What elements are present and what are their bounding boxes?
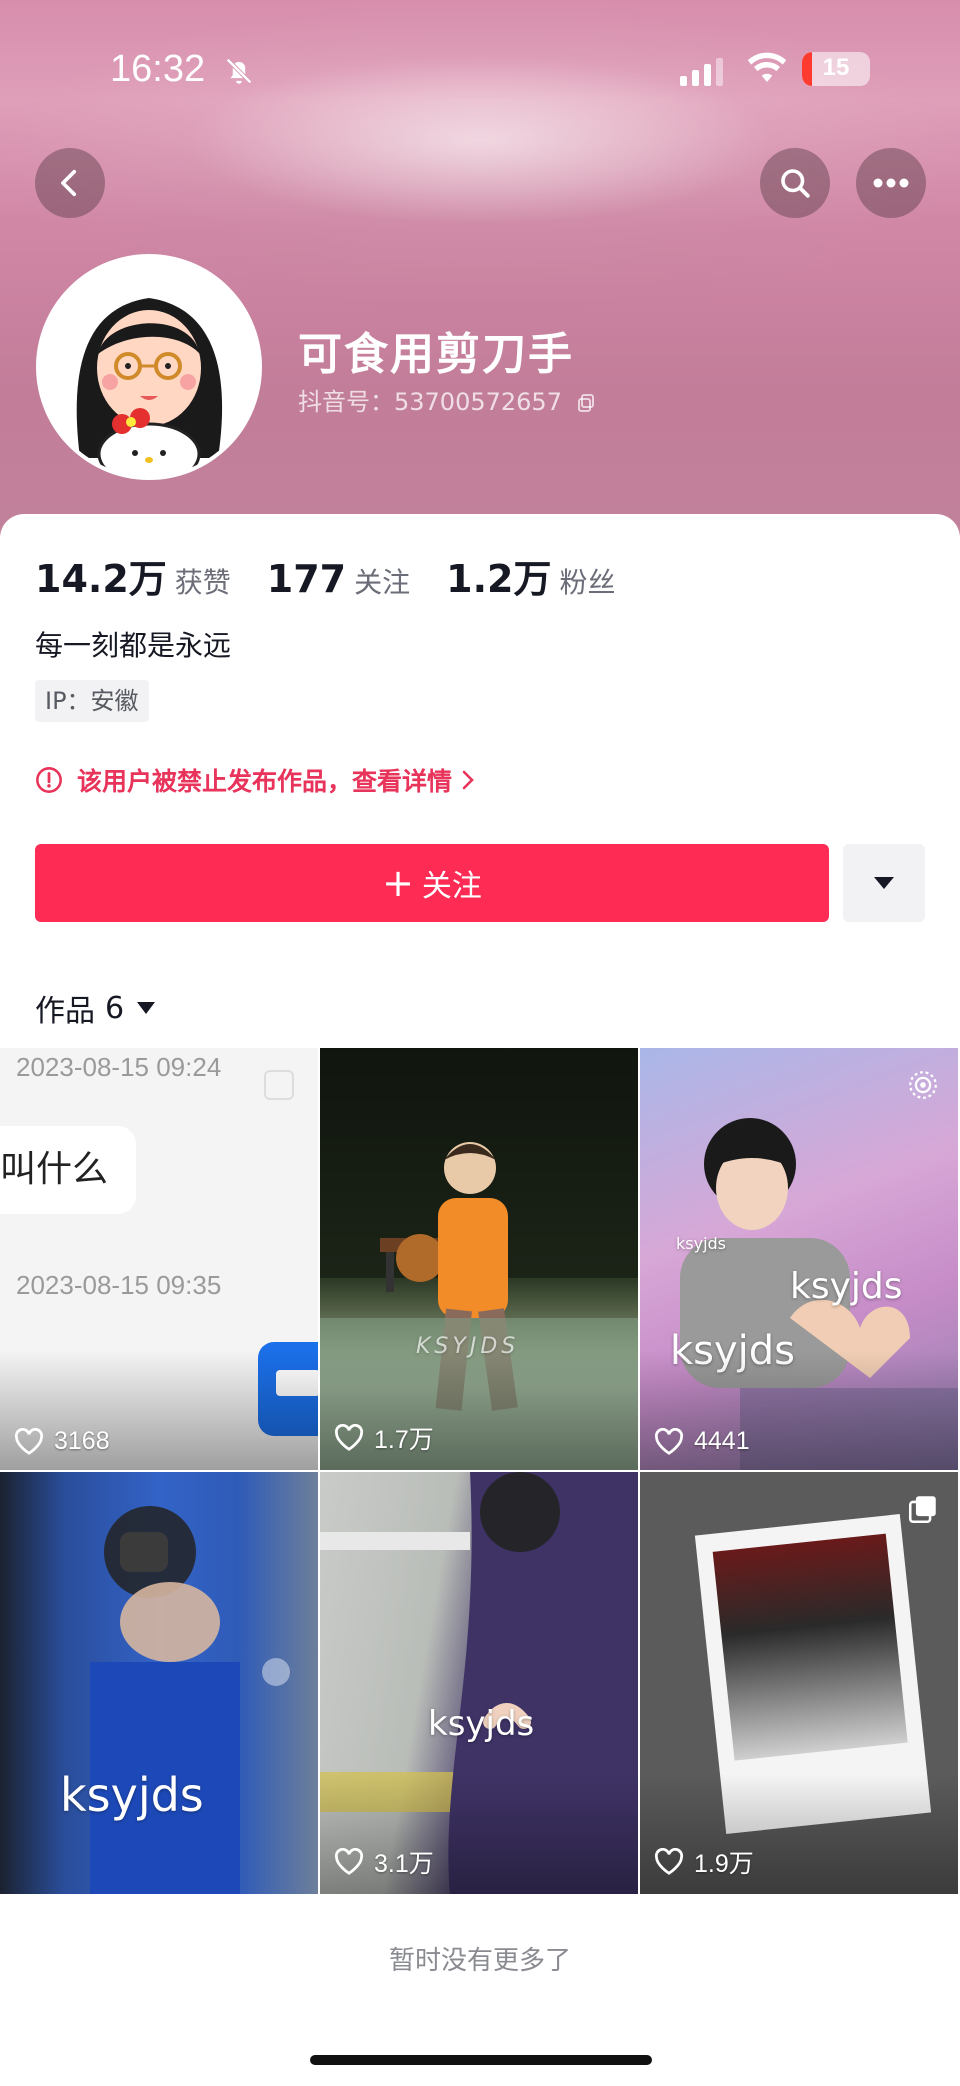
chat-timestamp: 2023-08-15 09:35 xyxy=(16,1270,222,1300)
stat-label: 关注 xyxy=(354,566,411,599)
tab-works[interactable]: 作品 6 xyxy=(35,986,156,1030)
polaroid-image xyxy=(712,1533,908,1761)
stat-label: 获赞 xyxy=(174,566,231,599)
battery-indicator: 15 xyxy=(802,52,870,86)
like-count-value: 1.7万 xyxy=(374,1426,434,1454)
video-tile[interactable]: 2023-08-15 09:24 叫什么 2023-08-15 09:35 31… xyxy=(0,1048,320,1472)
warning-icon xyxy=(36,767,62,793)
battery-level: 15 xyxy=(822,54,850,81)
sort-dropdown-icon xyxy=(137,1002,156,1014)
more-button[interactable] xyxy=(856,148,926,218)
watermark-text: ksyjds xyxy=(428,1704,535,1744)
follow-button[interactable]: + 关注 xyxy=(35,844,829,922)
avatar-illustration xyxy=(40,258,258,476)
search-icon xyxy=(781,169,810,198)
works-count: 6 xyxy=(105,990,125,1026)
works-grid: 2023-08-15 09:24 叫什么 2023-08-15 09:35 31… xyxy=(0,1048,960,1896)
search-button[interactable] xyxy=(760,148,830,218)
heart-icon xyxy=(334,1424,364,1451)
video-tile[interactable]: 1.9万 xyxy=(640,1472,960,1896)
stat-following[interactable]: 177 关注 xyxy=(267,557,410,601)
cellular-signal-icon xyxy=(680,54,723,86)
like-count-value: 3168 xyxy=(54,1427,110,1455)
like-count-value: 4441 xyxy=(694,1427,750,1455)
no-more-text: 暂时没有更多了 xyxy=(388,1946,571,1976)
ban-notice-link[interactable]: 该用户被禁止发布作品，查看详情 xyxy=(35,762,476,798)
works-tab-label: 作品 xyxy=(35,994,95,1029)
heart-icon xyxy=(334,1848,364,1875)
multi-image-icon xyxy=(264,1070,294,1100)
ip-location-tag: IP：安徽 xyxy=(35,680,149,722)
chat-timestamp: 2023-08-15 09:24 xyxy=(16,1052,222,1082)
watermark-text: ksyjds xyxy=(790,1266,903,1307)
like-count: 3.1万 xyxy=(334,1844,434,1880)
recommend-dropdown-button[interactable] xyxy=(843,844,925,922)
video-tile[interactable]: ksyjds 3.1万 xyxy=(320,1472,640,1896)
profile-nickname: 可食用剪刀手 xyxy=(298,329,574,380)
watermark-text: ksyjds xyxy=(60,1768,204,1822)
video-tile[interactable]: KSYJDS 1.7万 xyxy=(320,1048,640,1472)
status-time: 16:32 xyxy=(110,48,206,90)
back-icon xyxy=(61,169,77,197)
wifi-icon xyxy=(747,52,787,82)
home-indicator[interactable] xyxy=(310,2055,652,2065)
video-tile[interactable]: ksyjds ksyjds ksyjds 4441 xyxy=(640,1048,960,1472)
stat-value: 177 xyxy=(266,557,347,601)
plus-icon: + xyxy=(382,861,414,905)
profile-card: 14.2万 获赞 177 关注 1.2万 粉丝 每一刻都是永远 IP：安徽 该用… xyxy=(0,514,960,2086)
multi-image-icon xyxy=(908,1496,936,1524)
like-count-value: 1.9万 xyxy=(694,1850,754,1878)
profile-stats: 14.2万 获赞 177 关注 1.2万 粉丝 xyxy=(35,548,651,603)
stat-label: 粉丝 xyxy=(559,566,616,599)
heart-icon xyxy=(654,1848,684,1875)
profile-cover: 16:32 15 可食用剪刀手 抖音号：53700572657 xyxy=(0,0,960,560)
chat-bubble: 叫什么 xyxy=(0,1126,136,1214)
stat-likes[interactable]: 14.2万 获赞 xyxy=(35,548,231,603)
back-button[interactable] xyxy=(35,148,105,218)
heart-icon xyxy=(14,1427,44,1455)
follow-label: 关注 xyxy=(421,869,482,904)
stat-followers[interactable]: 1.2万 粉丝 xyxy=(446,548,615,603)
douyin-id-row[interactable]: 抖音号：53700572657 xyxy=(298,382,596,417)
more-icon xyxy=(873,178,909,188)
status-bar: 16:32 15 xyxy=(0,40,960,100)
heart-icon xyxy=(654,1427,684,1455)
seat-scene xyxy=(90,1506,290,1894)
stat-value: 14.2万 xyxy=(35,557,167,601)
like-count: 1.7万 xyxy=(334,1420,434,1456)
watermark-text: ksyjds xyxy=(676,1234,727,1253)
live-photo-icon xyxy=(909,1071,937,1099)
chevron-right-icon xyxy=(462,770,474,790)
avatar[interactable] xyxy=(36,254,262,480)
like-count: 3168 xyxy=(14,1427,110,1456)
douyin-id: 抖音号：53700572657 xyxy=(298,388,562,416)
like-count: 4441 xyxy=(654,1427,750,1456)
mute-bell-icon xyxy=(226,58,252,84)
profile-bio: 每一刻都是永远 xyxy=(35,629,232,662)
dropdown-icon xyxy=(874,877,894,889)
copy-icon[interactable] xyxy=(576,393,596,413)
like-count-value: 3.1万 xyxy=(374,1850,434,1878)
like-count: 1.9万 xyxy=(654,1844,754,1880)
stat-value: 1.2万 xyxy=(446,557,552,601)
video-tile[interactable]: ksyjds xyxy=(0,1472,320,1896)
ban-notice-text: 该用户被禁止发布作品，查看详情 xyxy=(77,767,453,796)
